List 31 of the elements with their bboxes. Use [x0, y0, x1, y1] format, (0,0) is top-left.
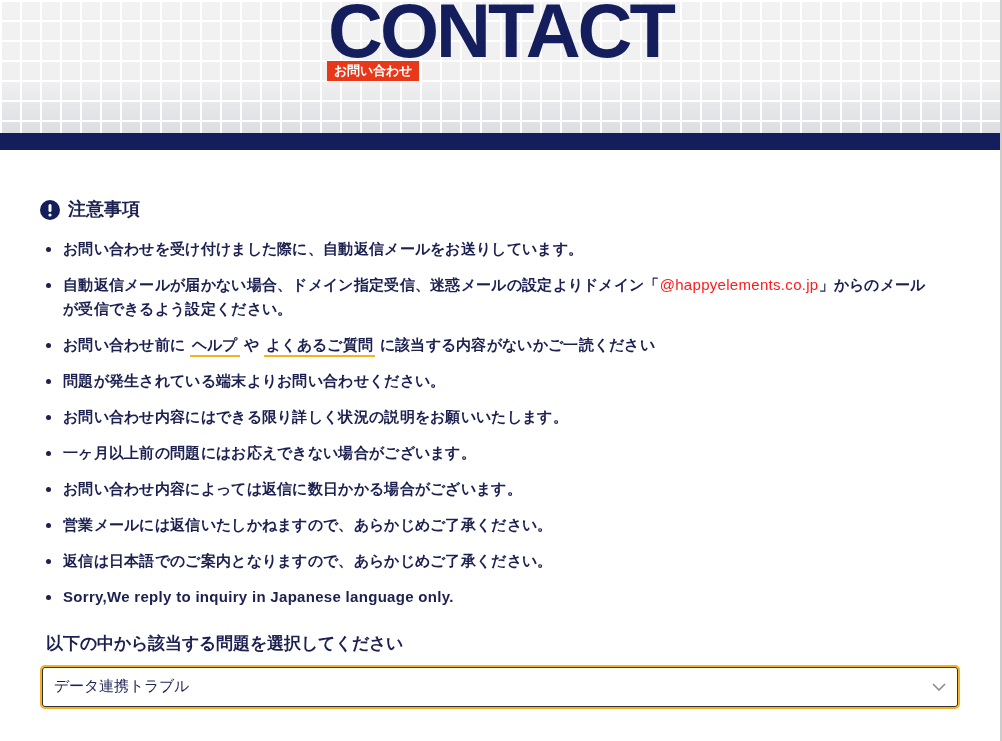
bullet-icon: [46, 247, 51, 252]
bullet-icon: [46, 559, 51, 564]
notice-text: 自動返信メールが届かない場合、ドメイン指定受信、迷惑メールの設定よりドメイン「@happyelements.co.jp」からのメールが受信できるよう設定ください。: [63, 275, 927, 319]
exclamation-icon: [40, 199, 60, 220]
notice-text: 一ヶ月以上前の問題にはお応えできない場合がございます。: [63, 443, 477, 463]
notice-text: お問い合わせ前に ヘルプ や よくあるご質問 に該当する内容がないかご一読ください: [63, 333, 655, 357]
help-link[interactable]: よくあるご質問: [264, 336, 376, 357]
bullet-icon: [46, 523, 51, 528]
bullet-icon: [46, 595, 51, 600]
notice-text: お問い合わせ内容によっては返信に数日かかる場合がございます。: [63, 479, 522, 499]
problem-select[interactable]: データ連携トラブル: [40, 664, 960, 709]
notice-heading: 注意事項: [68, 198, 140, 221]
notice-text: お問い合わせ内容にはできる限り詳しく状況の説明をお願いいたします。: [63, 407, 568, 427]
notice-text: お問い合わせを受け付けました際に、自動返信メールをお送りしています。: [63, 239, 584, 259]
notice-text: Sorry,We reply to inquiry in Japanese language only.: [63, 587, 454, 607]
help-link[interactable]: ヘルプ: [189, 336, 240, 357]
page-subtitle: お問い合わせ: [327, 61, 419, 81]
select-value: データ連携トラブル: [54, 676, 189, 697]
bullet-icon: [46, 379, 51, 384]
chevron-down-icon: [932, 682, 946, 691]
scrollbar[interactable]: [1000, 0, 1002, 741]
bullet-icon: [46, 451, 51, 456]
notice-text: 問題が発生されている端末よりお問い合わせください。: [63, 371, 446, 391]
bullet-icon: [46, 415, 51, 420]
bullet-icon: [46, 343, 51, 348]
bullet-icon: [46, 487, 51, 492]
notice-text: 返信は日本語でのご案内となりますので、あらかじめご了承ください。: [63, 551, 553, 571]
select-label: 以下の中から該当する問題を選択してください: [46, 633, 404, 655]
notice-text: 営業メールには返信いたしかねますので、あらかじめご了承ください。: [63, 515, 553, 535]
page-title: CONTACT: [328, 2, 673, 60]
bullet-icon: [46, 283, 51, 288]
